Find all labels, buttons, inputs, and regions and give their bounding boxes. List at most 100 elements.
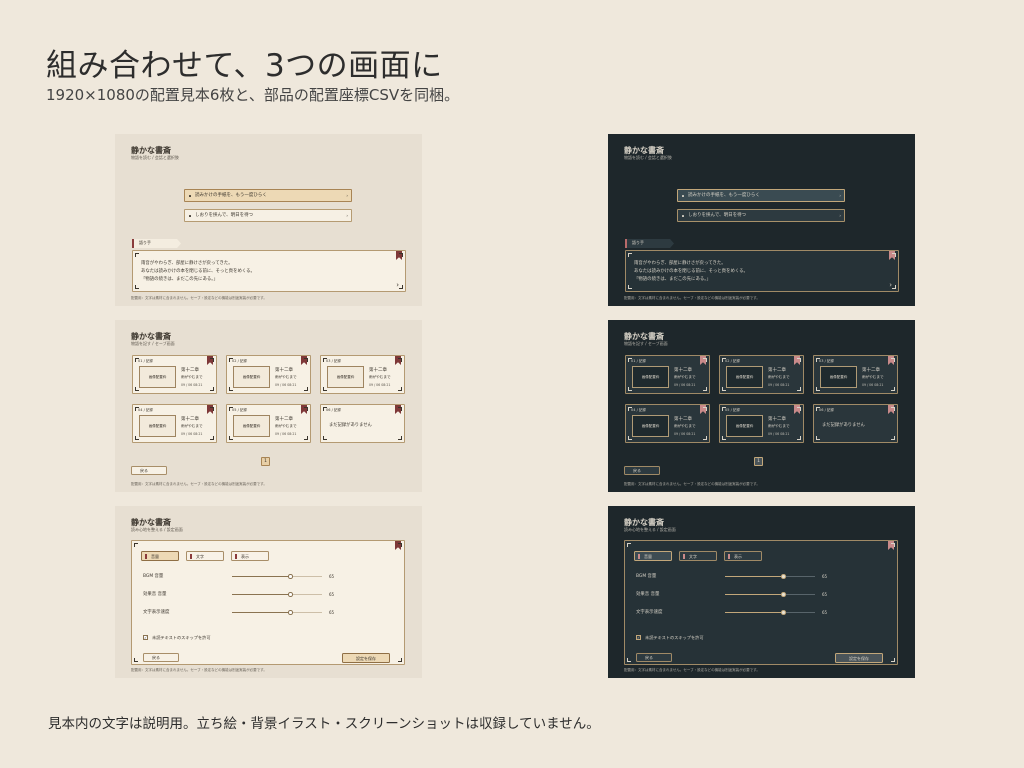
slot-scene: 雨がやむまで — [768, 375, 790, 379]
slot-chapter: 第十二章 — [275, 417, 293, 422]
frame-corner-ornament — [797, 387, 801, 391]
slot-thumbnail: 画像配置枠 — [139, 415, 176, 437]
settings-tab-3[interactable]: 表示 — [231, 551, 269, 561]
checkbox-label: 未読テキストのスキップを許可 — [645, 635, 704, 640]
tab-label: 文字 — [196, 554, 204, 559]
slider-handle[interactable] — [288, 574, 293, 579]
save-settings-button[interactable]: 設定を保存 — [342, 653, 390, 663]
frame-corner-ornament — [229, 436, 233, 440]
screen-subtitle: 物語を読む / 会話と選択肢 — [131, 155, 179, 160]
slot-timestamp: 09 / 06 08:21 — [275, 383, 297, 387]
save-slot[interactable]: 01 / 記録 画像配置枠 第十二章 雨がやむまで 09 / 06 08:21 — [132, 355, 217, 394]
settings-tab-1[interactable]: 音量 — [141, 551, 179, 561]
frame-corner-ornament — [891, 387, 895, 391]
volume-slider[interactable] — [725, 610, 815, 615]
back-button[interactable]: 戻る — [624, 466, 660, 475]
slot-number: 01 / 記録 — [631, 359, 646, 363]
slider-handle[interactable] — [781, 592, 786, 597]
slot-number: 05 / 記録 — [725, 408, 740, 412]
slider-fill — [725, 594, 784, 596]
save-slot[interactable]: 06 / 記録 まだ記録がありません — [320, 404, 405, 443]
choice-button-1[interactable]: 読みかけの手紙を、もう一度ひらく › — [677, 189, 845, 202]
slider-handle[interactable] — [288, 592, 293, 597]
save-slot[interactable]: 01 / 記録 画像配置枠 第十二章 雨がやむまで 09 / 06 08:21 — [625, 355, 710, 394]
slider-label: BGM 音量 — [636, 574, 657, 579]
slider-handle[interactable] — [288, 610, 293, 615]
slot-number: 04 / 記録 — [631, 408, 646, 412]
save-slot[interactable]: 04 / 記録 画像配置枠 第十二章 雨がやむまで 09 / 06 08:21 — [132, 404, 217, 443]
volume-slider[interactable] — [232, 592, 322, 597]
frame-corner-ornament — [398, 436, 402, 440]
save-slot[interactable]: 06 / 記録まだ記録がありません — [813, 404, 898, 443]
save-slot[interactable]: 04 / 記録 画像配置枠 第十二章 雨がやむまで 09 / 06 08:21 — [625, 404, 710, 443]
slider-value: 65 — [822, 609, 828, 615]
slot-number: 05 / 記録 — [232, 408, 247, 412]
slot-thumbnail: 画像配置枠 — [233, 415, 270, 437]
save-slot[interactable]: 02 / 記録 画像配置枠 第十二章 雨がやむまで 09 / 06 08:21 — [719, 355, 804, 394]
slider-value: 65 — [822, 591, 828, 597]
volume-slider[interactable] — [232, 574, 322, 579]
frame-corner-ornament — [703, 436, 707, 440]
slot-thumbnail: 画像配置枠 — [726, 415, 763, 437]
choice-label: しおりを挟んで、明日を待つ — [195, 213, 254, 218]
back-button[interactable]: 戻る — [131, 466, 167, 475]
skip-unread-checkbox[interactable]: ✓ — [143, 635, 148, 640]
choice-label: 読みかけの手紙を、もう一度ひらく — [195, 193, 267, 198]
slot-thumbnail: 画像配置枠 — [820, 366, 857, 388]
volume-slider[interactable] — [725, 574, 815, 579]
page-indicator[interactable]: 1 — [261, 457, 270, 466]
frame-corner-ornament — [628, 387, 632, 391]
choice-button-2[interactable]: しおりを挟んで、明日を待つ › — [677, 209, 845, 222]
dialogue-box[interactable]: 雨音がやわらぎ、部屋に静けさが戻ってきた。 あなたは読みかけの本を閉じる前に、そっ… — [625, 250, 899, 292]
skip-unread-checkbox[interactable]: ✓ — [636, 635, 641, 640]
frame-corner-ornament — [229, 407, 233, 411]
save-slot[interactable]: 02 / 記録 画像配置枠 第十二章 雨がやむまで 09 / 06 08:21 — [226, 355, 311, 394]
settings-tab-2[interactable]: 文字 — [186, 551, 224, 561]
slot-empty-text: まだ記録がありません — [822, 423, 865, 428]
settings-tab-2[interactable]: 文字 — [679, 551, 717, 561]
slot-timestamp: 09 / 06 08:21 — [768, 383, 790, 387]
page-indicator[interactable]: 1 — [754, 457, 763, 466]
dialogue-line: 「物語の続きは、まだこの先にある。」 — [634, 277, 711, 282]
save-slot[interactable]: 05 / 記録 画像配置枠 第十二章 雨がやむまで 09 / 06 08:21 — [226, 404, 311, 443]
slot-scene: 雨がやむまで — [275, 424, 297, 428]
settings-tab-1[interactable]: 音量 — [634, 551, 672, 561]
save-settings-button[interactable]: 設定を保存 — [835, 653, 883, 663]
screen-subtitle: 物語を読む / 会話と選択肢 — [624, 155, 672, 160]
dialogue-box[interactable]: 雨音がやわらぎ、部屋に静けさが戻ってきた。 あなたは読みかけの本を閉じる前に、そっ… — [132, 250, 406, 292]
frame-corner-ornament — [628, 358, 632, 362]
screen-footer-note: 配置用：文字は素材に含まれません。セーブ・設定などの機能は別途実装が必要です。 — [131, 296, 267, 300]
choice-button-1[interactable]: 読みかけの手紙を、もう一度ひらく › — [184, 189, 352, 202]
tab-marker — [190, 554, 192, 559]
frame-corner-ornament — [323, 436, 327, 440]
slider-handle[interactable] — [781, 574, 786, 579]
volume-slider[interactable] — [725, 592, 815, 597]
slot-chapter: 第十二章 — [768, 368, 786, 373]
dialogue-line: 「物語の続きは、まだこの先にある。」 — [141, 277, 218, 282]
slider-handle[interactable] — [781, 610, 786, 615]
slider-label: 効果音 音量 — [143, 592, 167, 597]
slider-value: 65 — [329, 573, 335, 579]
choice-button-2[interactable]: しおりを挟んで、明日を待つ › — [184, 209, 352, 222]
slot-thumbnail: 画像配置枠 — [632, 415, 669, 437]
settings-tab-3[interactable]: 表示 — [724, 551, 762, 561]
volume-slider[interactable] — [232, 610, 322, 615]
back-button[interactable]: 戻る — [143, 653, 179, 662]
save-slot[interactable]: 03 / 記録 画像配置枠 第十二章 雨がやむまで 09 / 06 08:21 — [813, 355, 898, 394]
frame-corner-ornament — [892, 285, 896, 289]
frame-corner-ornament — [891, 358, 895, 362]
slot-chapter: 第十二章 — [862, 368, 880, 373]
back-button[interactable]: 戻る — [636, 653, 672, 662]
bullet-icon — [189, 215, 191, 217]
slot-timestamp: 09 / 06 08:21 — [674, 432, 696, 436]
slider-label: 文字表示速度 — [636, 610, 663, 615]
save-slot[interactable]: 03 / 記録 画像配置枠 第十二章 雨がやむまで 09 / 06 08:21 — [320, 355, 405, 394]
page-subtitle: 1920×1080の配置見本6枚と、部品の配置座標CSVを同梱。 — [46, 86, 460, 104]
slot-chapter: 第十二章 — [674, 417, 692, 422]
slot-number: 06 / 記録 — [819, 408, 834, 412]
save-slot[interactable]: 05 / 記録 画像配置枠 第十二章 雨がやむまで 09 / 06 08:21 — [719, 404, 804, 443]
slot-thumbnail: 画像配置枠 — [726, 366, 763, 388]
chevron-right-icon: › — [839, 193, 841, 198]
chevron-right-icon: › — [839, 213, 841, 218]
slot-scene: 雨がやむまで — [674, 375, 696, 379]
